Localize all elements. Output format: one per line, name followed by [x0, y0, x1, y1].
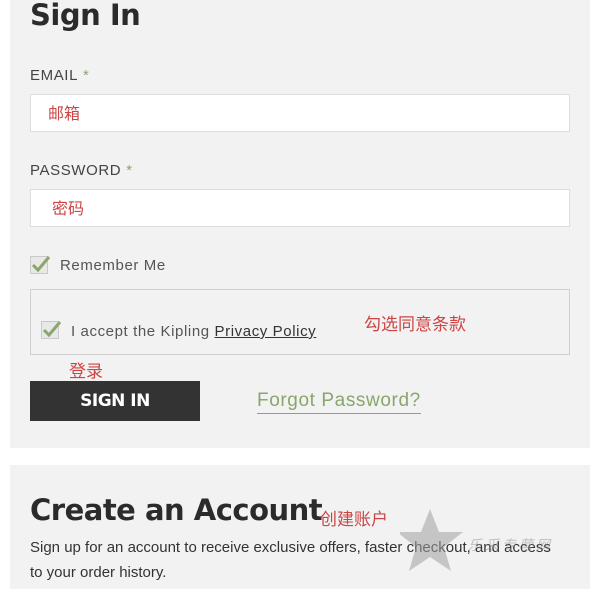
create-account-title: Create an Account: [30, 493, 323, 527]
annotation-login: 登录: [69, 362, 103, 382]
sign-in-title: Sign In: [30, 0, 141, 32]
sign-in-panel: Sign In EMAIL * 邮箱 PASSWORD * 密码 Remember …: [10, 0, 590, 448]
create-account-panel: Create an Account Sign up for an account…: [10, 465, 590, 589]
privacy-policy-box: [30, 289, 570, 355]
privacy-policy-label: I accept the Kipling Privacy Policy: [71, 323, 316, 340]
privacy-policy-checkbox[interactable]: [41, 321, 62, 339]
required-mark: *: [83, 67, 90, 84]
create-account-description: Sign up for an account to receive exclus…: [30, 539, 551, 581]
privacy-policy-prefix: I accept the Kipling: [71, 323, 210, 340]
email-label: EMAIL *: [30, 67, 89, 84]
password-label: PASSWORD *: [30, 162, 133, 179]
remember-me-checkbox[interactable]: [30, 256, 51, 274]
annotation-agree-terms: 勾选同意条款: [364, 315, 466, 335]
checkmark-icon: [31, 256, 51, 273]
required-mark: *: [126, 162, 133, 179]
password-field[interactable]: 密码: [30, 189, 570, 227]
sign-in-button[interactable]: SIGN IN: [30, 381, 200, 421]
annotation-create-account: 创建账户: [320, 510, 388, 530]
email-field[interactable]: 邮箱: [30, 94, 570, 132]
password-label-text: PASSWORD: [30, 162, 122, 179]
remember-me-label: Remember Me: [60, 257, 166, 274]
checkmark-icon: [42, 321, 62, 338]
email-label-text: EMAIL: [30, 67, 79, 84]
forgot-password-link[interactable]: Forgot Password?: [257, 390, 421, 414]
privacy-policy-link[interactable]: Privacy Policy: [215, 323, 317, 340]
